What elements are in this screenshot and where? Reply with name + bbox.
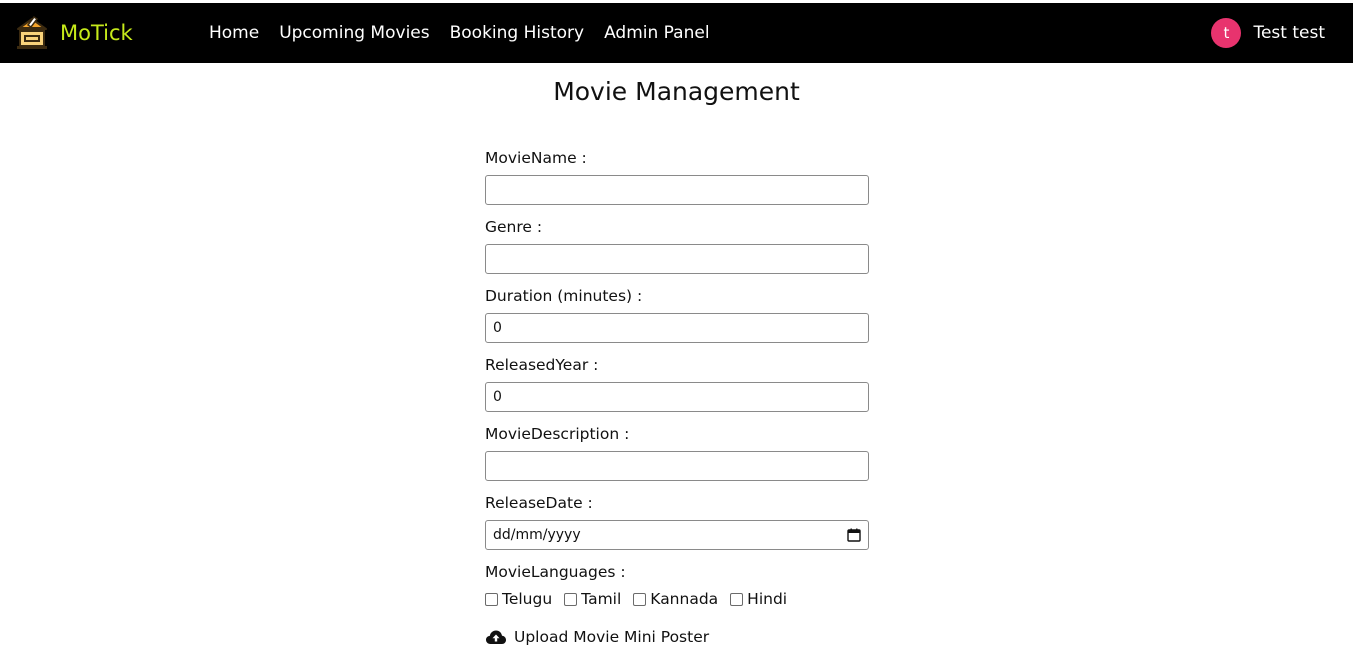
nav-admin-panel[interactable]: Admin Panel	[604, 23, 709, 43]
movie-form: MovieName : Genre : Duration (minutes) :…	[485, 148, 869, 646]
duration-label: Duration (minutes) :	[485, 287, 643, 305]
nav-booking-history[interactable]: Booking History	[450, 23, 584, 43]
released-year-label: ReleasedYear :	[485, 356, 599, 374]
checkbox-kannada[interactable]	[633, 592, 647, 606]
cloud-upload-icon	[486, 630, 506, 644]
nav-upcoming-movies[interactable]: Upcoming Movies	[279, 23, 429, 43]
language-label-tamil: Tamil	[581, 590, 622, 608]
release-date-label: ReleaseDate :	[485, 494, 593, 512]
genre-input[interactable]	[485, 244, 869, 274]
movie-name-label: MovieName :	[485, 149, 587, 167]
nav-links: Home Upcoming Movies Booking History Adm…	[209, 23, 730, 43]
checkbox-hindi[interactable]	[730, 592, 744, 606]
language-option-hindi[interactable]: Hindi	[730, 590, 787, 608]
language-option-tamil[interactable]: Tamil	[564, 590, 621, 608]
language-option-telugu[interactable]: Telugu	[485, 590, 552, 608]
page-title: Movie Management	[553, 77, 800, 106]
languages-label: MovieLanguages :	[485, 563, 626, 581]
release-date-input[interactable]: dd/mm/yyyy	[485, 520, 869, 550]
upload-poster-button[interactable]: Upload Movie Mini Poster	[485, 628, 869, 646]
user-name[interactable]: Test test	[1253, 23, 1325, 43]
language-label-hindi: Hindi	[747, 590, 788, 608]
nav-home[interactable]: Home	[209, 23, 259, 43]
brand-name: MoTick	[60, 21, 133, 45]
calendar-icon[interactable]	[847, 528, 861, 542]
released-year-input[interactable]	[485, 382, 869, 412]
checkbox-telugu[interactable]	[485, 592, 498, 606]
upload-poster-label: Upload Movie Mini Poster	[514, 628, 710, 646]
language-label-kannada: Kannada	[650, 590, 719, 608]
description-input[interactable]	[485, 451, 869, 481]
navbar: MoTick Home Upcoming Movies Booking Hist…	[0, 3, 1353, 63]
release-date-placeholder: dd/mm/yyyy	[493, 527, 581, 543]
ticket-logo-icon	[17, 15, 47, 49]
avatar[interactable]: t	[1211, 18, 1242, 48]
description-label: MovieDescription :	[485, 425, 630, 443]
checkbox-tamil[interactable]	[564, 592, 578, 606]
languages-group: Telugu Tamil Kannada Hindi	[485, 589, 869, 609]
language-label-telugu: Telugu	[502, 590, 553, 608]
language-option-kannada[interactable]: Kannada	[633, 590, 718, 608]
user-menu[interactable]: t Test test	[1211, 18, 1325, 48]
genre-label: Genre :	[485, 218, 543, 236]
brand[interactable]: MoTick	[12, 13, 209, 53]
duration-input[interactable]	[485, 313, 869, 343]
movie-name-input[interactable]	[485, 175, 869, 205]
